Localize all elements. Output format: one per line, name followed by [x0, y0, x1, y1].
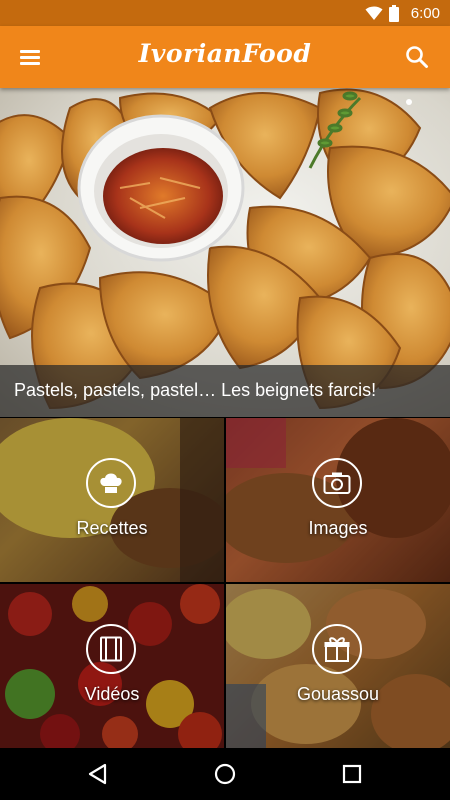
tile-videos[interactable]: Vidéos: [0, 584, 224, 748]
chef-hat-icon: [86, 458, 136, 508]
status-bar: 6:00: [0, 0, 450, 26]
tile-label-images: Images: [308, 518, 368, 538]
film-icon: [86, 624, 136, 674]
tile-label-videos: Vidéos: [84, 684, 140, 704]
battery-icon: [388, 4, 399, 22]
app-bar: IvorianFood: [0, 26, 450, 88]
recents-icon[interactable]: [339, 761, 365, 787]
hero-caption: Pastels, pastels, pastel… Les beignets f…: [14, 380, 377, 400]
back-icon[interactable]: [85, 761, 111, 787]
tile-gouassou[interactable]: Gouassou: [226, 584, 450, 748]
camera-icon: [312, 458, 362, 508]
tile-label-recettes: Recettes: [76, 518, 148, 538]
search-icon[interactable]: [404, 44, 430, 70]
tile-label-gouassou: Gouassou: [296, 684, 380, 704]
status-time: 6:00: [410, 4, 440, 22]
home-icon[interactable]: [212, 761, 238, 787]
wifi-icon: [365, 6, 383, 20]
navigation-bar: [0, 748, 450, 800]
tile-recettes[interactable]: Recettes: [0, 418, 224, 582]
gift-icon: [312, 624, 362, 674]
tile-images[interactable]: Images: [226, 418, 450, 582]
app-title: IvorianFood: [138, 39, 312, 68]
carousel-indicator: [406, 99, 412, 105]
